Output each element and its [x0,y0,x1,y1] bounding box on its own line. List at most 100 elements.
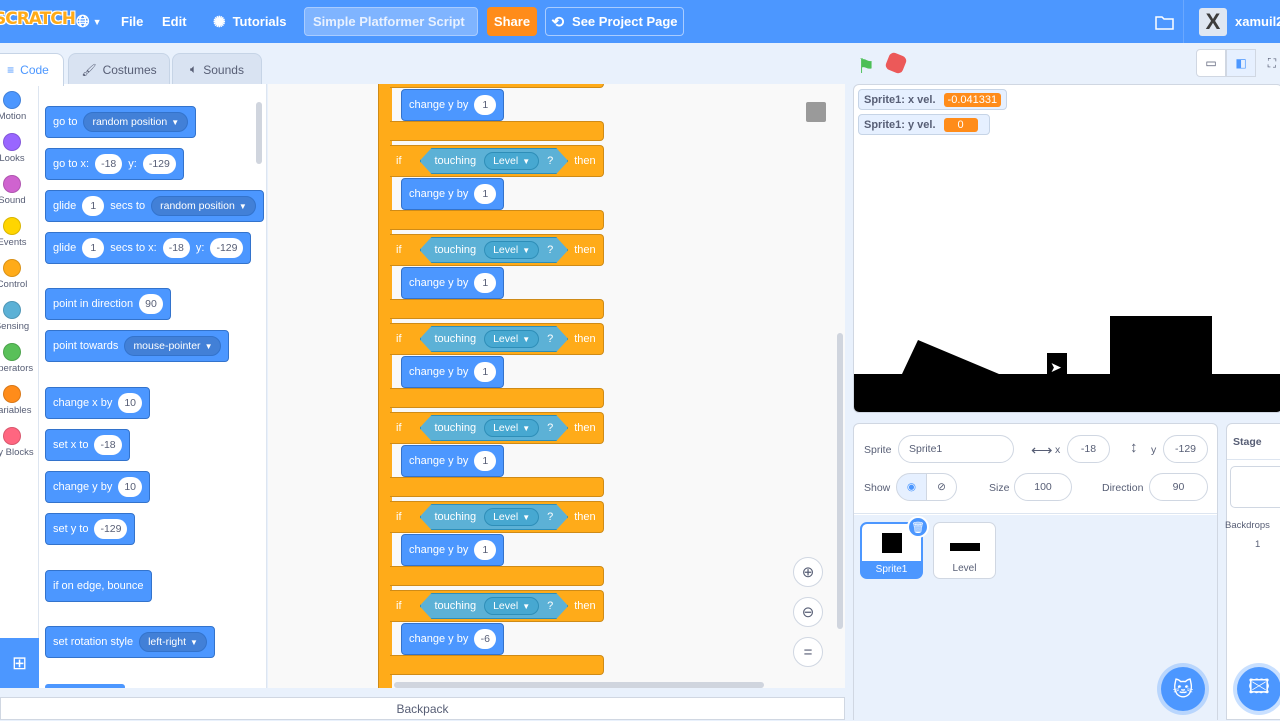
category-sensing[interactable]: Sensing [0,301,40,332]
y-position-input[interactable]: -129 [1163,435,1208,463]
show-hidden-button[interactable]: ⊘ [926,473,957,501]
sprite-thumb-level[interactable]: Level [933,522,996,579]
stage[interactable]: Sprite1: x vel. -0.041331 Sprite1: y vel… [853,84,1280,413]
scratch-logo[interactable]: SCRATCH [0,9,76,29]
block-input[interactable]: -18 [94,435,122,455]
block-dropdown[interactable]: random position ▼ [151,196,256,216]
block-input[interactable]: 1 [82,238,105,258]
small-stage-button[interactable]: ▭ [1196,49,1226,77]
stage-selector[interactable]: Stage Backdrops 1 🖾︎ [1225,423,1280,720]
choose-backdrop-button[interactable]: 🖾︎ [1237,667,1280,711]
block-input[interactable]: -129 [94,519,128,539]
delete-sprite-button[interactable]: 🗑︎ [907,516,929,538]
block-change-y[interactable]: change y by 1 [401,89,505,121]
block-change-y[interactable]: change y by 1 [401,178,505,210]
block-change-y[interactable]: change y by 1 [401,534,505,566]
block-input[interactable]: 10 [118,393,143,413]
file-menu[interactable]: File [121,0,143,43]
block-glide-xy[interactable]: glide 1 secs to x: -18 y: -129 [45,232,252,264]
green-flag-button[interactable]: ⚑ [857,54,875,79]
touching-block[interactable]: touching Level ▼? [420,237,569,263]
block-input[interactable]: 10 [118,477,143,497]
block-input[interactable]: 90 [139,294,163,314]
workspace-vertical-scrollbar[interactable] [837,333,843,629]
touching-block[interactable]: touching Level ▼? [420,148,569,174]
block-input[interactable]: -129 [142,154,176,174]
block-dropdown[interactable]: Level ▼ [484,152,539,170]
block-set-y[interactable]: set y to -129 [45,513,136,545]
block-change-y[interactable]: change y by -6 [401,623,505,655]
block-set-x[interactable]: set x to -18 [45,429,130,461]
block-input[interactable]: 1 [474,362,497,382]
block-if-on-edge-bounce[interactable]: if on edge, bounce [45,570,152,602]
block-input[interactable]: 1 [474,540,497,560]
tab-costumes[interactable]: 🖌︎ Costumes [68,53,170,85]
if-touching-block[interactable]: if touching Level ▼? then [390,412,604,444]
zoom-reset-button[interactable]: = [793,637,823,667]
block-dropdown[interactable]: random position ▼ [83,112,189,132]
touching-block[interactable]: touching Level ▼? [420,415,569,441]
show-visible-button[interactable]: ◉ [896,473,927,501]
tutorials-menu[interactable]: ✺ Tutorials [213,0,287,43]
block-go-to[interactable]: go to random position ▼ [45,106,197,138]
category-motion[interactable]: Motion [0,91,40,122]
zoom-in-button[interactable]: ⊕ [793,557,823,587]
block-input[interactable]: 1 [474,451,497,471]
block-dropdown[interactable]: left-right ▼ [139,632,207,652]
see-project-page-button[interactable]: ⟲ See Project Page [545,7,684,36]
block-dropdown[interactable]: mouse-pointer ▼ [124,336,222,356]
choose-sprite-button[interactable]: 🐱︎ [1161,667,1205,711]
size-input[interactable]: 100 [1014,473,1072,501]
tab-code[interactable]: ≡ Code [0,53,64,86]
block-input[interactable]: 1 [474,273,497,293]
x-position-input[interactable]: -18 [1067,435,1110,463]
category-events[interactable]: Events [0,217,40,248]
account-menu[interactable]: X xamuil2 [1199,0,1280,43]
if-touching-block[interactable]: if touching Level ▼? then [390,145,604,177]
block-dropdown[interactable]: Level ▼ [484,597,539,615]
stop-button[interactable] [884,51,908,75]
category-my-blocks[interactable]: My Blocks [0,427,40,458]
code-workspace[interactable]: change y by 1 if touching Level ▼? then change … [268,84,845,688]
if-touching-block[interactable]: if touching Level ▼? then [390,323,604,355]
share-button[interactable]: Share [487,7,537,36]
category-sound[interactable]: Sound [0,175,40,206]
zoom-out-button[interactable]: ⊖ [793,597,823,627]
block-set-rotation-style[interactable]: set rotation style left-right ▼ [45,626,215,658]
block-input[interactable]: 1 [82,196,105,216]
category-control[interactable]: Control [0,259,40,290]
block-input[interactable]: 1 [474,184,497,204]
language-menu[interactable]: 🌐︎ ▼ [76,0,102,43]
block-go-to-xy[interactable]: go to x: -18 y: -129 [45,148,184,180]
touching-block[interactable]: touching Level ▼? [420,504,569,530]
block-input[interactable]: -6 [474,629,497,649]
block-dropdown[interactable]: Level ▼ [484,419,539,437]
edit-menu[interactable]: Edit [162,0,187,43]
block-change-y[interactable]: change y by 1 [401,267,505,299]
block-point-in-direction[interactable]: point in direction 90 [45,288,171,320]
category-operators[interactable]: Operators [0,343,40,374]
block-change-y[interactable]: change y by 1 [401,356,505,388]
block-change-y[interactable]: change y by 1 [401,445,505,477]
block-input[interactable]: -18 [162,238,190,258]
large-stage-button[interactable]: ◧ [1226,49,1256,77]
block-glide-random[interactable]: glide 1 secs to random position ▼ [45,190,264,222]
block-input[interactable]: -129 [210,238,244,258]
touching-block[interactable]: touching Level ▼? [420,326,569,352]
project-title-input[interactable]: Simple Platformer Script [304,7,478,36]
block-input[interactable]: -18 [95,154,123,174]
block-dropdown[interactable]: Level ▼ [484,508,539,526]
if-touching-block[interactable]: if touching Level ▼? then [390,590,604,622]
direction-input[interactable]: 90 [1149,473,1208,501]
tab-sounds[interactable]: 🔈︎ Sounds [172,53,262,85]
block-dropdown[interactable]: Level ▼ [484,330,539,348]
palette-scrollbar[interactable] [256,102,262,164]
add-extension-button[interactable]: ⊞ [0,638,39,688]
block-input[interactable]: 1 [474,95,497,115]
category-variables[interactable]: Variables [0,385,40,416]
workspace-horizontal-scrollbar[interactable] [394,682,764,688]
block-point-towards[interactable]: point towards mouse-pointer ▼ [45,330,230,362]
sprite-name-input[interactable]: Sprite1 [898,435,1014,463]
if-touching-block[interactable]: if touching Level ▼? then [390,234,604,266]
block-change-x[interactable]: change x by 10 [45,387,151,419]
